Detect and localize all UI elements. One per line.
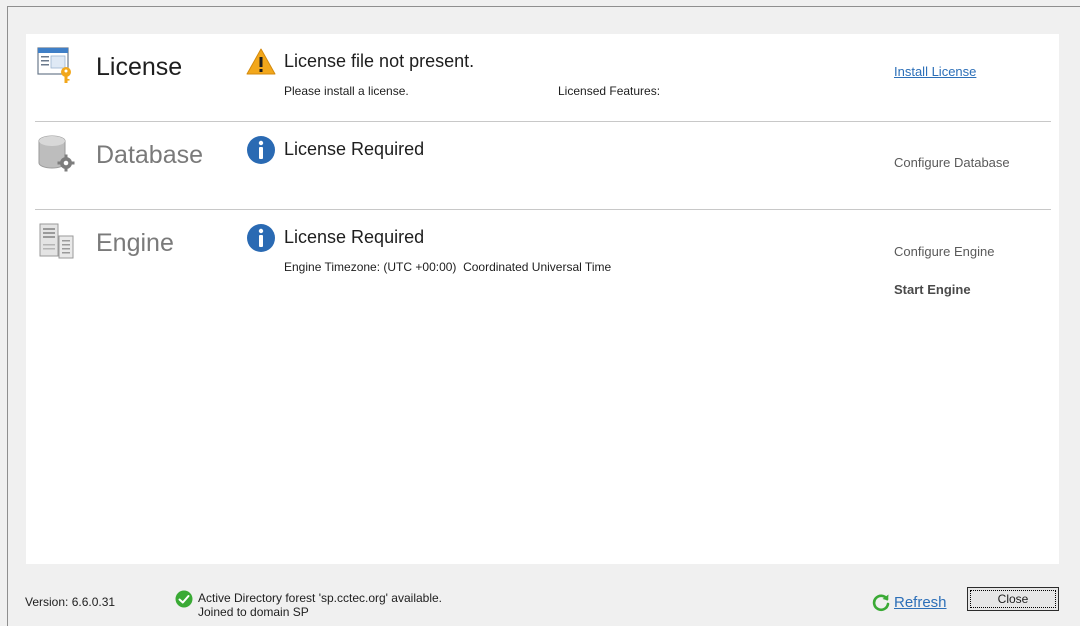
close-button[interactable]: Close: [967, 587, 1059, 611]
configure-engine-link[interactable]: Configure Engine: [894, 244, 994, 260]
start-engine-link[interactable]: Start Engine: [894, 282, 971, 298]
refresh-icon: [872, 594, 890, 612]
info-icon: [247, 224, 275, 252]
install-license-link[interactable]: Install License: [894, 64, 976, 80]
refresh-button[interactable]: Refresh: [871, 592, 947, 612]
check-circle-icon: [175, 590, 193, 608]
refresh-label: Refresh: [894, 593, 947, 611]
version-label: Version: 6.6.0.31: [25, 595, 116, 609]
server-icon: [39, 223, 74, 259]
configure-database-link[interactable]: Configure Database: [894, 155, 1010, 171]
license-status: License file not present.: [284, 51, 475, 71]
database-row: Database License Required Configure Data…: [26, 122, 1059, 210]
info-icon: [247, 136, 275, 164]
engine-status: License Required: [284, 227, 425, 247]
license-certificate-icon: [37, 47, 71, 83]
warning-icon: [246, 48, 276, 75]
license-row: License License file not present. Please…: [26, 34, 1059, 122]
engine-timezone: Engine Timezone: (UTC +00:00) Coordinate…: [284, 260, 612, 274]
engine-row: Engine License Required Engine Timezone:…: [26, 210, 1059, 410]
status-panel: License License file not present. Please…: [26, 34, 1059, 564]
license-detail: Please install a license.: [284, 84, 409, 98]
database-title: Database: [96, 141, 204, 169]
license-title: License: [96, 53, 183, 81]
ad-domain-text: Joined to domain SP: [198, 605, 309, 619]
ad-forest-text: Active Directory forest 'sp.cctec.org' a…: [198, 591, 443, 605]
database-status: License Required: [284, 139, 425, 159]
footer-bar: Version: 6.6.0.31 Active Directory fores…: [0, 580, 1080, 626]
engine-title: Engine: [96, 229, 174, 257]
database-gear-icon: [38, 135, 75, 172]
licensed-features-label: Licensed Features:: [558, 84, 661, 98]
active-directory-status: Active Directory forest 'sp.cctec.org' a…: [198, 591, 442, 619]
